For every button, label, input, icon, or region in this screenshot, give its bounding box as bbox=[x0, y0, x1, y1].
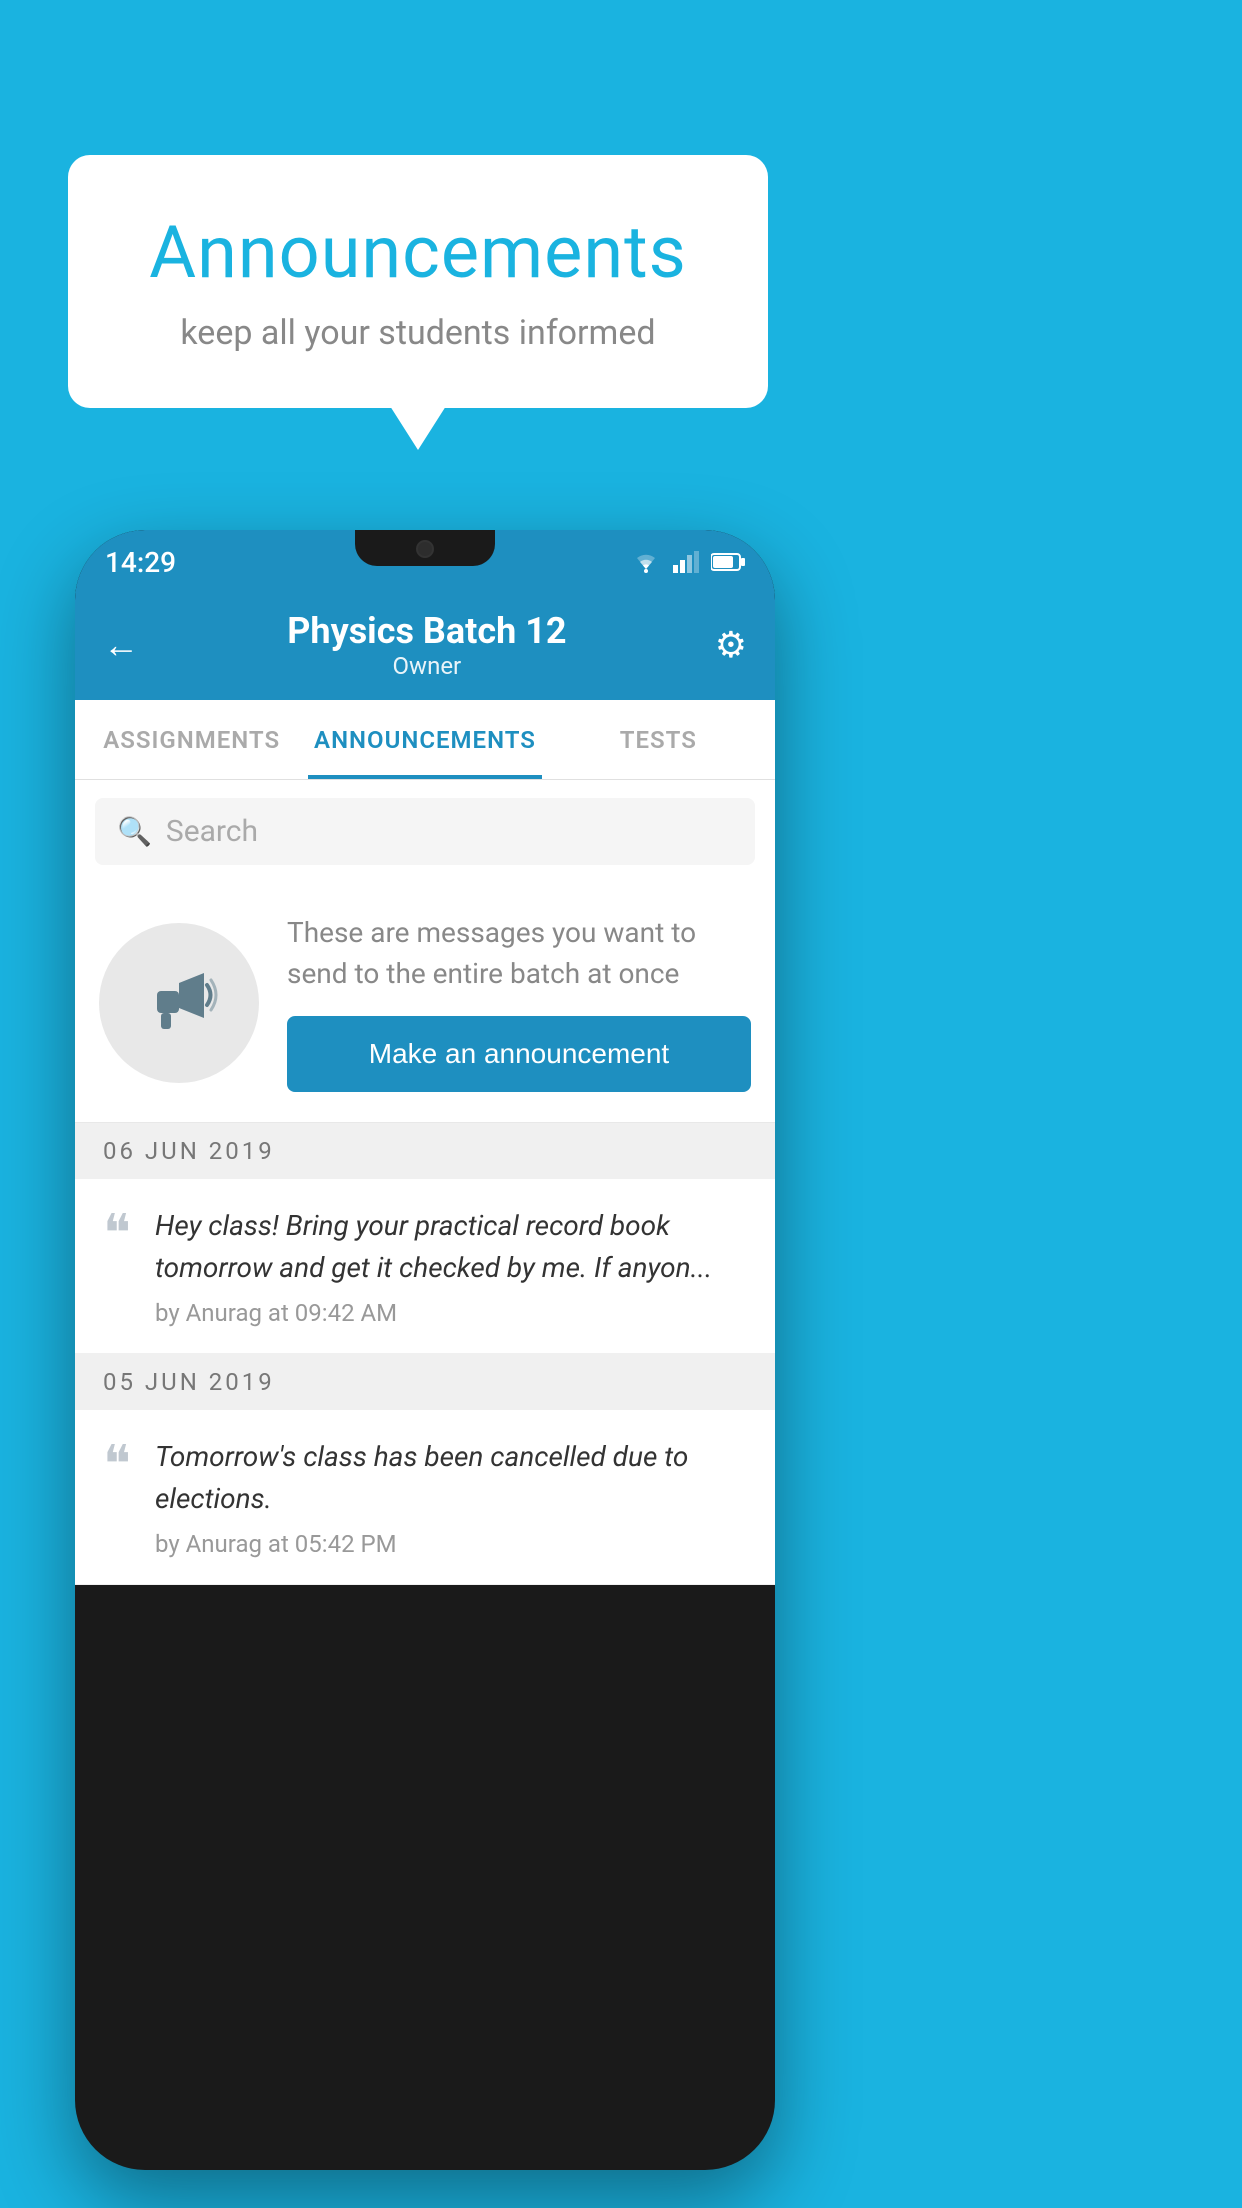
announcement-text-1: Hey class! Bring your practical record b… bbox=[155, 1205, 747, 1289]
announcement-meta-2: by Anurag at 05:42 PM bbox=[155, 1530, 747, 1558]
announcement-item-2[interactable]: ❝ Tomorrow's class has been cancelled du… bbox=[75, 1410, 775, 1585]
tab-assignments[interactable]: ASSIGNMENTS bbox=[75, 700, 308, 779]
announcement-text-2: Tomorrow's class has been cancelled due … bbox=[155, 1436, 747, 1520]
tab-tests[interactable]: TESTS bbox=[542, 700, 775, 779]
search-icon: 🔍 bbox=[117, 815, 152, 848]
screen-content: 🔍 Search bbox=[75, 780, 775, 1585]
promo-icon-circle bbox=[99, 923, 259, 1083]
date-divider-2: 05 JUN 2019 bbox=[75, 1354, 775, 1410]
header-title: Physics Batch 12 bbox=[287, 610, 566, 652]
quote-icon-1: ❝ bbox=[103, 1209, 131, 1261]
speech-bubble-title: Announcements bbox=[128, 210, 708, 295]
back-button[interactable]: ← bbox=[103, 624, 139, 666]
announcement-meta-1: by Anurag at 09:42 AM bbox=[155, 1299, 747, 1327]
search-input-container[interactable]: 🔍 Search bbox=[95, 798, 755, 865]
tabs-bar: ASSIGNMENTS ANNOUNCEMENTS TESTS bbox=[75, 700, 775, 780]
announcement-promo: These are messages you want to send to t… bbox=[75, 883, 775, 1123]
front-camera bbox=[416, 540, 434, 558]
search-placeholder: Search bbox=[166, 814, 258, 849]
header-center: Physics Batch 12 Owner bbox=[287, 610, 566, 680]
announcement-body-2: Tomorrow's class has been cancelled due … bbox=[155, 1436, 747, 1558]
promo-description: These are messages you want to send to t… bbox=[287, 913, 751, 994]
battery-icon bbox=[711, 552, 745, 572]
make-announcement-button[interactable]: Make an announcement bbox=[287, 1016, 751, 1092]
date-divider-1: 06 JUN 2019 bbox=[75, 1123, 775, 1179]
wifi-icon bbox=[631, 551, 661, 573]
status-time: 14:29 bbox=[105, 546, 176, 579]
signal-icon bbox=[673, 551, 699, 573]
tab-announcements[interactable]: ANNOUNCEMENTS bbox=[308, 700, 541, 779]
quote-icon-2: ❝ bbox=[103, 1440, 131, 1492]
phone-frame: 14:29 bbox=[75, 530, 775, 2170]
speech-bubble: Announcements keep all your students inf… bbox=[68, 155, 768, 408]
megaphone-icon bbox=[139, 963, 219, 1043]
speech-bubble-subtitle: keep all your students informed bbox=[128, 313, 708, 353]
phone-inner: 14:29 bbox=[75, 530, 775, 2170]
promo-right: These are messages you want to send to t… bbox=[287, 913, 751, 1092]
search-bar: 🔍 Search bbox=[75, 780, 775, 883]
announcement-item-1[interactable]: ❝ Hey class! Bring your practical record… bbox=[75, 1179, 775, 1354]
speech-bubble-section: Announcements keep all your students inf… bbox=[68, 155, 768, 408]
header-subtitle: Owner bbox=[287, 652, 566, 680]
app-header: ← Physics Batch 12 Owner ⚙ bbox=[75, 590, 775, 700]
settings-icon[interactable]: ⚙ bbox=[715, 624, 747, 666]
announcement-body-1: Hey class! Bring your practical record b… bbox=[155, 1205, 747, 1327]
phone-container: 14:29 bbox=[75, 530, 775, 2170]
phone-notch bbox=[355, 530, 495, 566]
status-icons bbox=[631, 551, 745, 573]
